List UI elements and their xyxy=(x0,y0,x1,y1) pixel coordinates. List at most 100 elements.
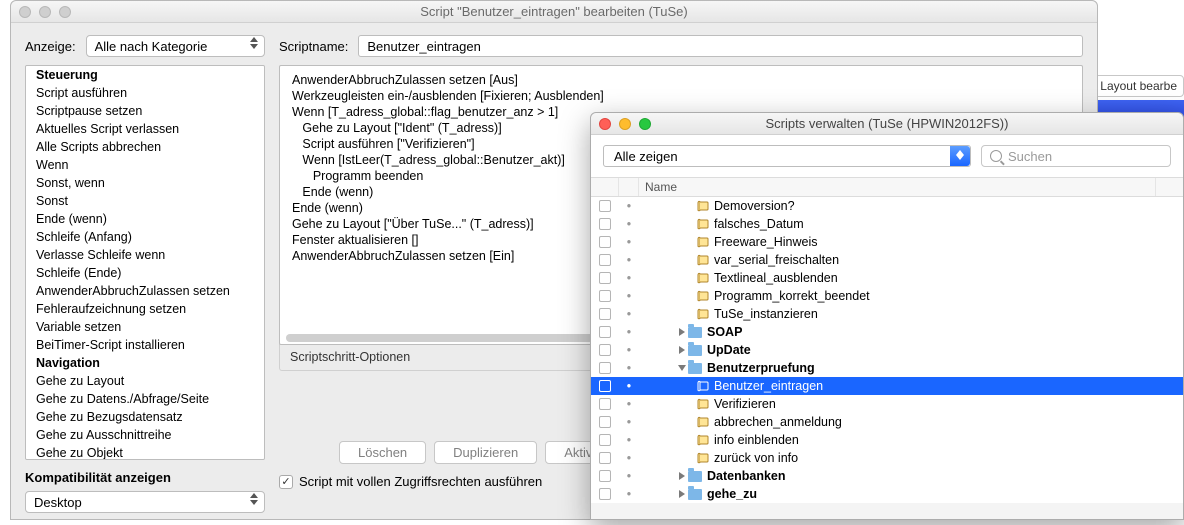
tree-script-row[interactable]: •Textlineal_ausblenden xyxy=(591,269,1183,287)
duplicate-button[interactable]: Duplizieren xyxy=(434,441,537,464)
disclosure-triangle-icon[interactable] xyxy=(678,365,686,371)
step-item[interactable]: Wenn xyxy=(26,156,264,174)
scriptname-input[interactable] xyxy=(358,35,1083,57)
script-tree[interactable]: •Demoversion?•falsches_Datum•Freeware_Hi… xyxy=(591,197,1183,503)
step-item[interactable]: Sonst, wenn xyxy=(26,174,264,192)
row-checkbox[interactable] xyxy=(599,434,611,446)
minimize-icon[interactable] xyxy=(39,6,51,18)
script-icon xyxy=(697,308,709,320)
layout-edit-button[interactable]: Layout bearbe xyxy=(1093,75,1184,97)
disclosure-triangle-icon[interactable] xyxy=(679,328,685,336)
tree-script-row[interactable]: •Programm_korrekt_beendet xyxy=(591,287,1183,305)
script-icon xyxy=(697,290,709,302)
step-item[interactable]: Aktuelles Script verlassen xyxy=(26,120,264,138)
category-header: Navigation xyxy=(26,354,264,372)
row-checkbox[interactable] xyxy=(599,290,611,302)
tree-script-row[interactable]: •abbrechen_anmeldung xyxy=(591,413,1183,431)
step-item[interactable]: Alle Scripts abbrechen xyxy=(26,138,264,156)
anzeige-select[interactable]: Alle nach Kategorie xyxy=(86,35,265,57)
step-item[interactable]: Gehe zu Layout xyxy=(26,372,264,390)
tree-script-row[interactable]: •zurück von info xyxy=(591,449,1183,467)
script-step-line[interactable]: AnwenderAbbruchZulassen setzen [Aus] xyxy=(280,72,1082,88)
row-label: info einblenden xyxy=(714,433,799,447)
step-item[interactable]: Schleife (Anfang) xyxy=(26,228,264,246)
step-item[interactable]: Gehe zu Datens./Abfrage/Seite xyxy=(26,390,264,408)
list-header: Name xyxy=(591,177,1183,197)
step-category-list[interactable]: SteuerungScript ausführenScriptpause set… xyxy=(25,65,265,460)
tree-folder-row[interactable]: •SOAP xyxy=(591,323,1183,341)
tree-script-row[interactable]: • info einblenden xyxy=(591,431,1183,449)
step-item[interactable]: BeiTimer-Script installieren xyxy=(26,336,264,354)
row-label: abbrechen_anmeldung xyxy=(714,415,842,429)
row-checkbox[interactable] xyxy=(599,326,611,338)
disclosure-triangle-icon[interactable] xyxy=(679,472,685,480)
tree-folder-row[interactable]: •gehe_zu xyxy=(591,485,1183,503)
step-item[interactable]: AnwenderAbbruchZulassen setzen xyxy=(26,282,264,300)
tree-script-row[interactable]: •Freeware_Hinweis xyxy=(591,233,1183,251)
step-item[interactable]: Gehe zu Objekt xyxy=(26,444,264,460)
scripts-manager-window: Scripts verwalten (TuSe (HPWIN2012FS)) A… xyxy=(590,112,1184,520)
folder-icon xyxy=(688,471,702,482)
search-placeholder: Suchen xyxy=(1008,149,1052,164)
step-item[interactable]: Gehe zu Bezugsdatensatz xyxy=(26,408,264,426)
script-step-line[interactable]: Werkzeugleisten ein-/ausblenden [Fixiere… xyxy=(280,88,1082,104)
filter-select[interactable]: Alle zeigen xyxy=(603,145,971,167)
step-item[interactable]: Verlasse Schleife wenn xyxy=(26,246,264,264)
tree-script-row[interactable]: •Demoversion? xyxy=(591,197,1183,215)
row-checkbox[interactable] xyxy=(599,398,611,410)
row-checkbox[interactable] xyxy=(599,416,611,428)
step-item[interactable]: Gehe zu Ausschnittreihe xyxy=(26,426,264,444)
script-icon xyxy=(697,272,709,284)
compat-select[interactable]: Desktop xyxy=(25,491,265,513)
chevron-updown-icon xyxy=(950,146,970,166)
disclosure-triangle-icon[interactable] xyxy=(679,346,685,354)
tree-script-row[interactable]: •falsches_Datum xyxy=(591,215,1183,233)
row-label: UpDate xyxy=(707,343,751,357)
zoom-icon[interactable] xyxy=(639,118,651,130)
step-item[interactable]: Scriptpause setzen xyxy=(26,102,264,120)
row-label: SOAP xyxy=(707,325,742,339)
tree-script-row[interactable]: •TuSe_instanzieren xyxy=(591,305,1183,323)
row-checkbox[interactable] xyxy=(599,254,611,266)
row-checkbox[interactable] xyxy=(599,308,611,320)
tree-script-row[interactable]: •Benutzer_eintragen xyxy=(591,377,1183,395)
row-label: Demoversion? xyxy=(714,199,795,213)
tree-script-row[interactable]: •Verifizieren xyxy=(591,395,1183,413)
row-checkbox[interactable] xyxy=(599,452,611,464)
folder-icon xyxy=(688,345,702,356)
minimize-icon[interactable] xyxy=(619,118,631,130)
row-marker: • xyxy=(619,289,639,303)
script-icon xyxy=(697,398,709,410)
row-checkbox[interactable] xyxy=(599,236,611,248)
step-item[interactable]: Ende (wenn) xyxy=(26,210,264,228)
step-item[interactable]: Fehleraufzeichnung setzen xyxy=(26,300,264,318)
delete-button[interactable]: Löschen xyxy=(339,441,426,464)
tree-folder-row[interactable]: •Datenbanken xyxy=(591,467,1183,485)
row-checkbox[interactable] xyxy=(599,200,611,212)
script-icon xyxy=(697,380,709,392)
name-column-header[interactable]: Name xyxy=(639,178,1155,196)
row-label: Textlineal_ausblenden xyxy=(714,271,838,285)
row-checkbox[interactable] xyxy=(599,272,611,284)
step-item[interactable]: Schleife (Ende) xyxy=(26,264,264,282)
row-marker: • xyxy=(619,433,639,447)
tree-folder-row[interactable]: •Benutzerpruefung xyxy=(591,359,1183,377)
row-checkbox[interactable] xyxy=(599,362,611,374)
disclosure-triangle-icon[interactable] xyxy=(679,490,685,498)
row-checkbox[interactable] xyxy=(599,380,611,392)
zoom-icon[interactable] xyxy=(59,6,71,18)
close-icon[interactable] xyxy=(19,6,31,18)
search-input[interactable]: Suchen xyxy=(981,145,1171,167)
row-checkbox[interactable] xyxy=(599,218,611,230)
step-item[interactable]: Sonst xyxy=(26,192,264,210)
row-checkbox[interactable] xyxy=(599,470,611,482)
step-item[interactable]: Variable setzen xyxy=(26,318,264,336)
step-item[interactable]: Script ausführen xyxy=(26,84,264,102)
editor-titlebar: Script "Benutzer_eintragen" bearbeiten (… xyxy=(11,1,1097,23)
tree-script-row[interactable]: •var_serial_freischalten xyxy=(591,251,1183,269)
tree-folder-row[interactable]: •UpDate xyxy=(591,341,1183,359)
close-icon[interactable] xyxy=(599,118,611,130)
full-access-checkbox[interactable]: ✓ xyxy=(279,475,293,489)
row-checkbox[interactable] xyxy=(599,488,611,500)
row-checkbox[interactable] xyxy=(599,344,611,356)
